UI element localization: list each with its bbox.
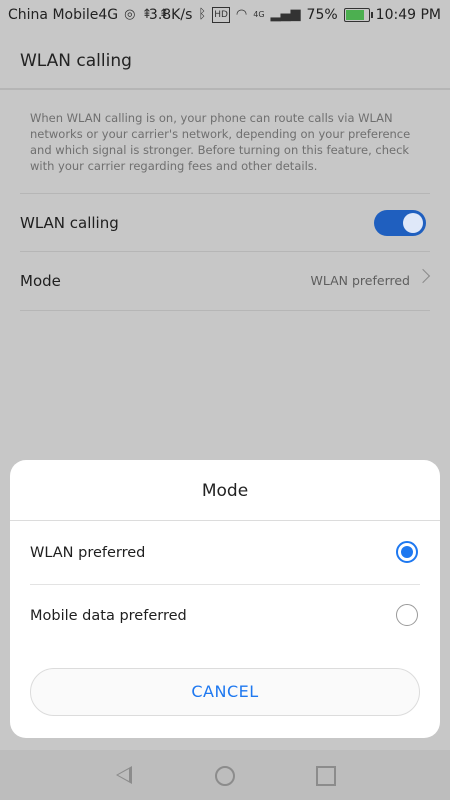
option-wlan-preferred[interactable]: WLAN preferred [10, 522, 440, 584]
wifi-hotspot-icon: ◎ [124, 7, 136, 22]
cancel-button[interactable]: CANCEL [30, 668, 420, 716]
home-icon[interactable] [215, 766, 235, 786]
wlan-calling-row[interactable]: WLAN calling [0, 196, 450, 252]
radio-dot [401, 546, 413, 558]
option-label: Mobile data preferred [30, 608, 187, 624]
mode-label: Mode [20, 272, 61, 290]
divider [20, 310, 430, 311]
option-mobile-data-preferred[interactable]: Mobile data preferred [10, 585, 440, 647]
status-bar: China Mobile4G ◎ ⇞ ⇞ 3.8K/s ᛒ HD ◠ 4G ▂▄… [0, 0, 450, 30]
app-bar: WLAN calling [0, 30, 450, 88]
divider [20, 193, 430, 194]
wlan-calling-toggle[interactable] [374, 210, 426, 236]
mode-row[interactable]: Mode WLAN preferred [0, 252, 450, 310]
back-icon[interactable] [116, 766, 132, 784]
carrier-name: China Mobile4G [8, 7, 119, 23]
recent-apps-icon[interactable] [316, 766, 336, 786]
wifi-icon: ◠ [235, 7, 248, 22]
battery-fill [345, 10, 364, 20]
option-label: WLAN preferred [30, 545, 146, 561]
mode-dialog: Mode WLAN preferred Mobile data preferre… [10, 460, 440, 738]
chevron-right-icon [415, 268, 431, 284]
radio-selected-icon[interactable] [396, 541, 418, 563]
dialog-title: Mode [201, 481, 249, 501]
toggle-knob [403, 213, 423, 233]
battery-icon [343, 8, 373, 22]
dialog-title-divider [10, 520, 440, 521]
status-bar-left: China Mobile4G ◎ ⇞ ⇞ [8, 7, 169, 23]
radio-unselected-icon[interactable] [396, 604, 418, 626]
clock: 10:49 PM [375, 7, 441, 23]
signal-icon: ▂▄▆ [270, 7, 301, 22]
network-speed: 3.8K/s [148, 7, 193, 23]
navigation-bar [0, 750, 450, 800]
wlan-calling-description: When WLAN calling is on, your phone can … [30, 111, 411, 173]
mode-value: WLAN preferred [310, 273, 410, 288]
network-type-badge: 4G [253, 10, 265, 19]
header-divider [0, 88, 450, 90]
hd-badge: HD [212, 7, 230, 23]
status-bar-right: 3.8K/s ᛒ HD ◠ 4G ▂▄▆ 75% 10:49 PM [149, 7, 441, 23]
wlan-calling-label: WLAN calling [20, 214, 119, 232]
bluetooth-icon: ᛒ [198, 7, 207, 22]
page-title: WLAN calling [20, 51, 132, 71]
battery-percent: 75% [306, 7, 338, 23]
